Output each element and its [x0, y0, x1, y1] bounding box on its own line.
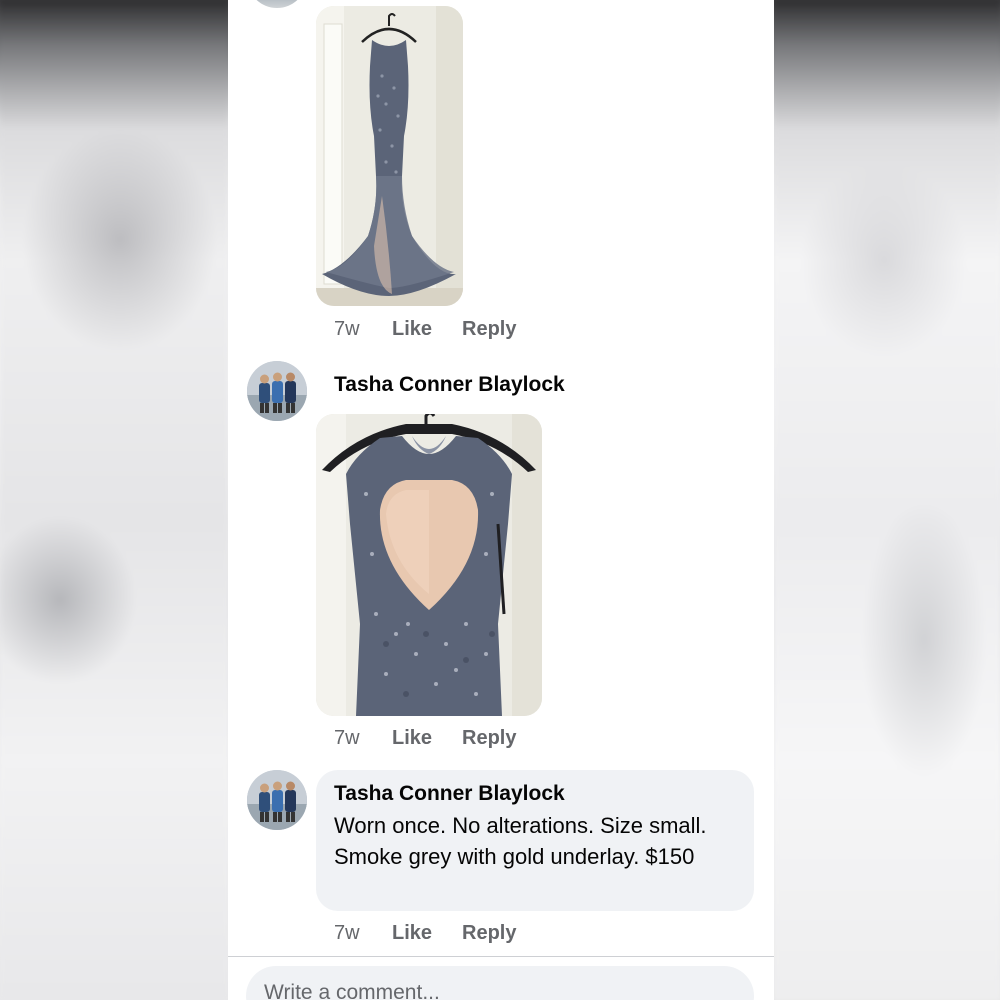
- comment-composer[interactable]: [246, 966, 754, 1000]
- reply-button[interactable]: Reply: [462, 318, 516, 341]
- comment-actions: 7w Like Reply: [334, 318, 634, 344]
- composer-divider: [228, 956, 774, 957]
- comment-actions: 7w Like Reply: [334, 922, 634, 948]
- like-button[interactable]: Like: [392, 727, 432, 750]
- like-button[interactable]: Like: [392, 922, 432, 945]
- dress-photo-image: [316, 6, 463, 306]
- avatar-photo: [247, 361, 307, 421]
- comment-timestamp: 7w: [334, 922, 360, 944]
- comment-input[interactable]: [264, 978, 734, 1000]
- comment-photo-gown-back[interactable]: [316, 414, 542, 716]
- comment-bubble[interactable]: Tasha Conner Blaylock Worn once. No alte…: [316, 770, 754, 911]
- comment-timestamp: 7w: [334, 318, 360, 340]
- comments-panel: 7w Like Reply Tasha Conner Blaylock 7w L…: [228, 0, 774, 1000]
- comment-timestamp: 7w: [334, 727, 360, 749]
- blurred-background-left: [0, 0, 228, 1000]
- avatar[interactable]: [247, 361, 307, 421]
- comment-author[interactable]: Tasha Conner Blaylock: [334, 373, 565, 397]
- comment-actions: 7w Like Reply: [334, 727, 634, 753]
- avatar[interactable]: [247, 0, 307, 8]
- reply-button[interactable]: Reply: [462, 727, 516, 750]
- avatar-photo: [247, 770, 307, 830]
- comment-text: Worn once. No alterations. Size small. S…: [334, 813, 707, 869]
- dress-photo-image: [316, 414, 542, 716]
- comment-author[interactable]: Tasha Conner Blaylock: [334, 782, 565, 806]
- reply-button[interactable]: Reply: [462, 922, 516, 945]
- blurred-background-right: [774, 0, 1000, 1000]
- comment-photo-gown-front[interactable]: [316, 6, 463, 306]
- like-button[interactable]: Like: [392, 318, 432, 341]
- avatar[interactable]: [247, 770, 307, 830]
